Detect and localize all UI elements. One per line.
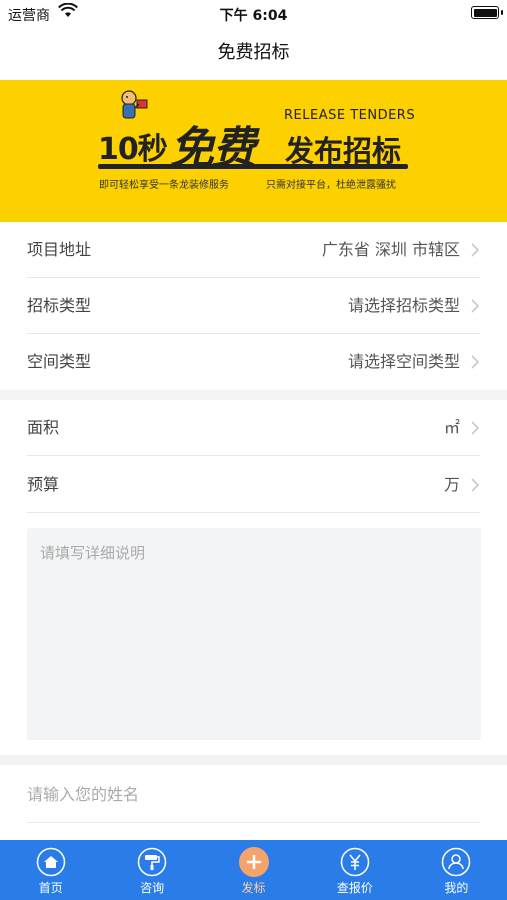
tab-home[interactable]: 首页 <box>0 840 101 900</box>
chevron-right-icon <box>470 242 480 262</box>
area-unit: ㎡ <box>443 418 460 437</box>
section-divider <box>0 755 507 765</box>
tab-home-label: 首页 <box>38 881 63 895</box>
tender-type-row[interactable]: 招标类型 请选择招标类型 <box>27 278 480 334</box>
battery-icon <box>471 6 503 19</box>
tab-quote[interactable]: 查报价 <box>304 840 405 900</box>
space-type-value: 请选择空间类型 <box>347 352 460 371</box>
chevron-right-icon <box>470 354 480 374</box>
description-textarea[interactable]: 请填写详细说明 <box>27 528 481 740</box>
tab-mine-label: 我的 <box>444 881 469 895</box>
clock: 下午 6:04 <box>219 8 288 24</box>
tab-quote-label: 查报价 <box>336 881 373 895</box>
budget-unit: 万 <box>443 475 460 494</box>
tab-publish[interactable]: 发标 <box>203 840 304 900</box>
user-icon <box>441 847 471 877</box>
chevron-right-icon <box>470 420 480 440</box>
chevron-right-icon <box>470 298 480 318</box>
budget-label: 预算 <box>27 475 60 494</box>
tab-mine[interactable]: 我的 <box>406 840 507 900</box>
section-divider <box>0 390 507 400</box>
space-type-row[interactable]: 空间类型 请选择空间类型 <box>27 334 480 390</box>
budget-row[interactable]: 预算 万 <box>27 457 480 513</box>
tender-type-value: 请选择招标类型 <box>347 296 460 315</box>
tab-publish-label: 发标 <box>241 881 266 895</box>
banner-seconds-text: 10秒 <box>98 132 168 167</box>
home-icon <box>36 847 66 877</box>
tab-bar: 首页 咨询 发标 查报价 我的 <box>0 840 507 900</box>
banner-english-text: RELEASE TENDERS <box>284 108 416 123</box>
space-type-label: 空间类型 <box>27 352 92 371</box>
status-bar: 运营商 下午 6:04 <box>0 0 507 28</box>
area-row[interactable]: 面积 ㎡ <box>27 400 480 456</box>
address-row[interactable]: 项目地址 广东省 深圳 市辖区 <box>27 222 480 278</box>
banner-underline <box>98 164 408 169</box>
yen-icon <box>340 847 370 877</box>
promo-banner[interactable]: RELEASE TENDERS 10秒 免费 发布招标 即可轻松享受一条龙装修服… <box>0 80 507 222</box>
address-value: 广东省 深圳 市辖区 <box>321 240 460 259</box>
plus-icon <box>238 847 269 877</box>
paint-roller-icon <box>137 847 167 877</box>
chevron-right-icon <box>470 477 480 497</box>
tender-type-label: 招标类型 <box>27 296 92 315</box>
page-title: 免费招标 <box>217 42 290 63</box>
tab-consult[interactable]: 咨询 <box>101 840 202 900</box>
area-label: 面积 <box>27 418 60 437</box>
address-label: 项目地址 <box>27 240 92 259</box>
banner-tagline-left: 即可轻松享受一条龙装修服务 <box>99 180 229 191</box>
tab-consult-label: 咨询 <box>140 881 165 895</box>
name-input[interactable]: 请输入您的姓名 <box>27 767 480 823</box>
banner-tagline-right: 只需对接平台，杜绝泄露骚扰 <box>266 180 396 191</box>
